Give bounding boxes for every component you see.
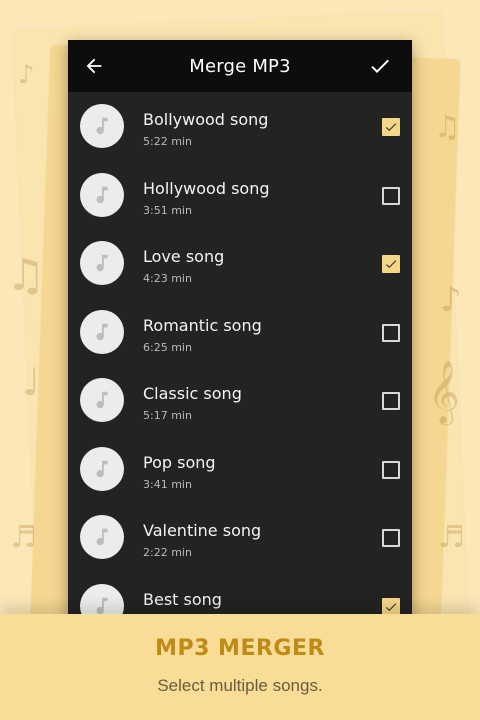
song-duration: 2:22 min [143,546,192,559]
promo-footer: MP3 MERGER Select multiple songs. [0,614,480,720]
song-duration: 3:41 min [143,477,192,491]
song-duration: 3:51 min [143,203,192,217]
music-note-icon [96,528,108,546]
song-row[interactable]: Valentine song 2:22 min [68,503,412,572]
song-checkbox[interactable] [382,323,400,342]
song-avatar [80,241,124,285]
arrow-left-icon [86,58,102,74]
music-note-icon: ♫ [434,110,461,145]
song-title: Valentine song [143,521,262,540]
promo-headline: MP3 MERGER [155,636,325,661]
song-title: Hollywood song [143,178,270,198]
song-row[interactable]: Classic song 5:17 min [68,366,412,435]
music-note-icon: ♪ [440,280,462,320]
check-icon [371,59,389,73]
app-toolbar: Merge MP3 [68,40,412,92]
song-checkbox[interactable] [382,186,400,205]
page-title: Merge MP3 [189,55,291,77]
music-note-icon [96,117,108,135]
check-icon [385,602,397,611]
song-duration: 6:25 min [143,340,192,354]
song-row[interactable]: Love song 4:23 min [68,229,412,298]
music-note-icon: ♬ [438,520,465,555]
done-button[interactable] [354,40,406,92]
song-row[interactable]: Bollywood song 5:22 min [68,92,412,161]
song-avatar [80,172,124,217]
music-note-icon [96,186,108,203]
song-checkbox[interactable] [382,255,400,273]
music-note-icon [96,391,108,409]
song-row[interactable]: Pop song 3:41 min [68,435,412,504]
treble-clef-icon: 𝄞 [428,360,460,423]
promo-subtitle: Select multiple songs. [157,676,323,695]
song-checkbox[interactable] [382,597,400,616]
song-avatar [80,446,124,491]
song-checkbox[interactable] [382,392,400,410]
song-checkbox[interactable] [382,460,400,479]
song-avatar [80,378,124,422]
song-title: Bollywood song [143,110,269,129]
song-checkbox[interactable] [382,118,400,136]
check-icon [385,260,397,269]
music-note-icon: ♪ [18,60,35,90]
song-row[interactable]: Romantic song 6:25 min [68,298,412,367]
song-title: Romantic song [143,315,262,335]
song-avatar [80,104,124,148]
song-title: Best song [143,589,222,609]
back-button[interactable] [68,40,120,92]
song-checkbox[interactable] [382,529,400,547]
song-row[interactable]: Hollywood song 3:51 min [68,161,412,230]
music-note-icon: ♬ [10,520,37,555]
song-title: Love song [143,247,225,266]
song-duration: 4:23 min [143,272,192,285]
app-screen: Merge MP3 Bollywood song 5:22 min Hollywoo… [68,40,412,640]
song-list: Bollywood song 5:22 min Hollywood song 3:51… [68,92,412,640]
song-avatar [80,515,124,559]
music-note-icon: ♫ [6,250,46,301]
song-title: Classic song [143,384,242,403]
song-duration: 5:22 min [143,135,192,148]
song-duration: 5:17 min [143,409,192,422]
song-avatar [80,309,124,354]
music-note-icon [96,254,108,272]
music-note-icon [96,323,108,340]
music-note-icon: ♩ [22,360,40,404]
music-note-icon [96,460,108,477]
song-title: Pop song [143,452,216,472]
check-icon [385,123,397,132]
